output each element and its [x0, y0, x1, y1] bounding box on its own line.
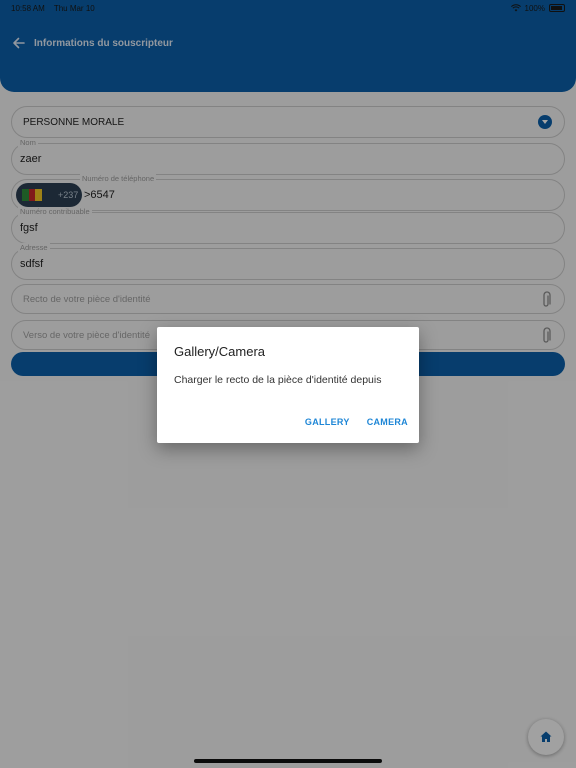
dialog-message: Charger le recto de la pièce d'identité … — [174, 374, 382, 386]
camera-button[interactable]: CAMERA — [367, 417, 408, 427]
gallery-button[interactable]: GALLERY — [305, 417, 350, 427]
gallery-camera-dialog: Gallery/Camera Charger le recto de la pi… — [157, 327, 419, 443]
dialog-actions: GALLERY CAMERA — [305, 417, 408, 427]
dialog-title: Gallery/Camera — [174, 344, 266, 359]
